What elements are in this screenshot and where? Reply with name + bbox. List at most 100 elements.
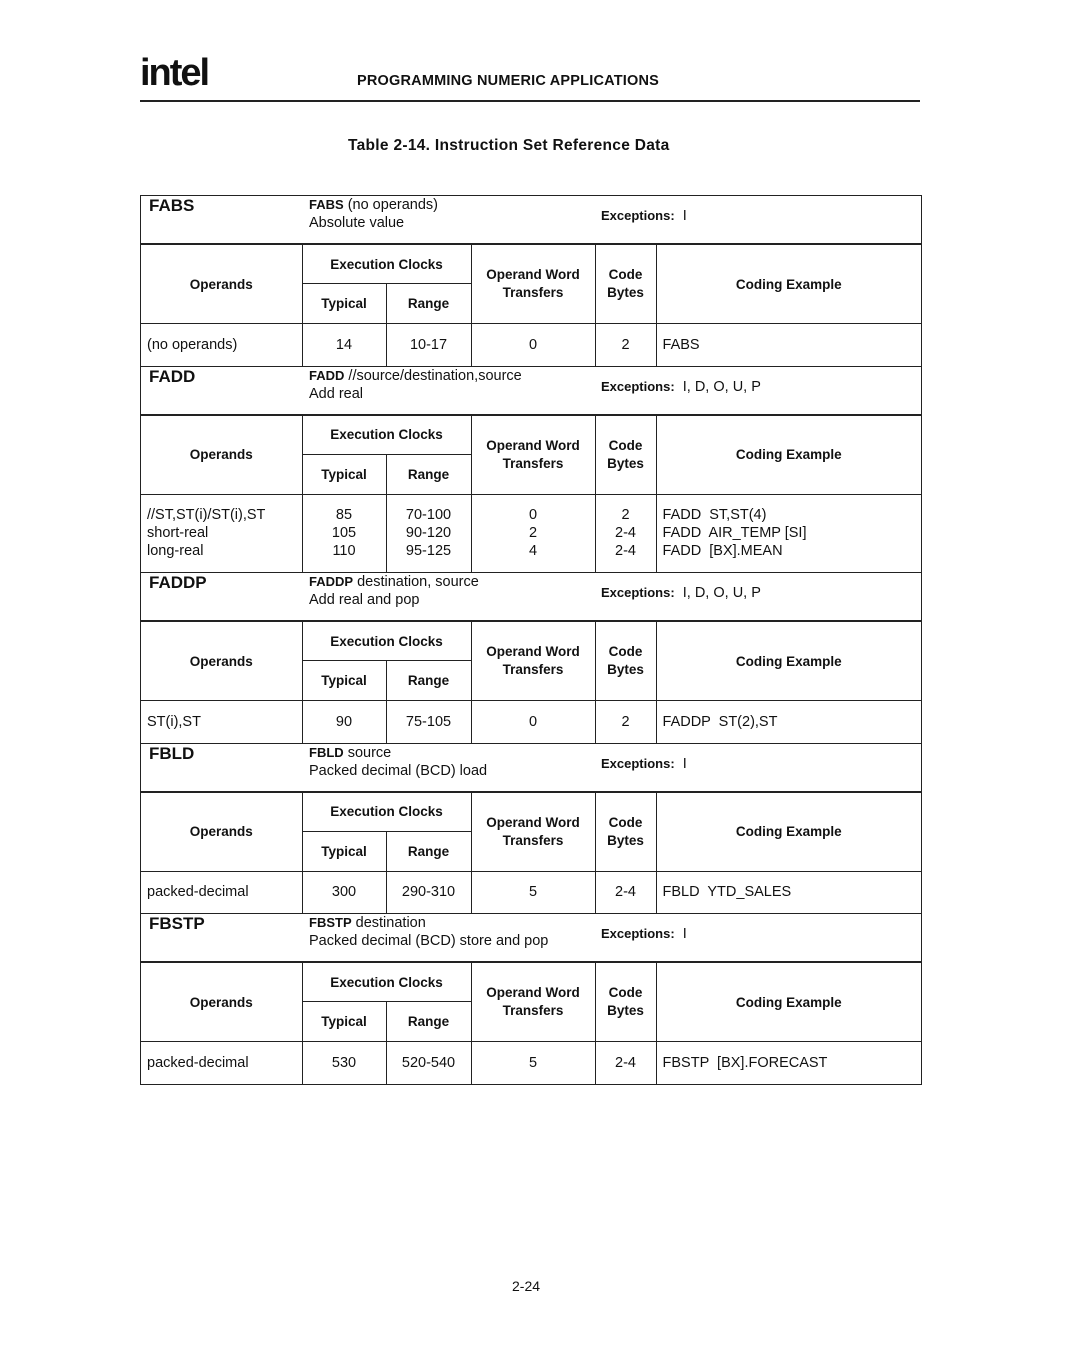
word-transfers-cell: 2 <box>528 525 538 542</box>
instruction-data-grid: Operands Execution Clocks Operand Word T… <box>141 962 921 1084</box>
syntax-args: destination, source <box>353 574 479 590</box>
instruction-section-fbld: FBLD FBLD source Packed decimal (BCD) lo… <box>141 744 921 914</box>
header-code-bytes: Code Bytes <box>594 244 657 324</box>
instruction-data-grid: Operands Execution Clocks Operand Word T… <box>141 621 921 743</box>
typical-clocks-cell: 90 <box>335 713 353 730</box>
instruction-header: FBSTP FBSTP destination Packed decimal (… <box>141 914 921 962</box>
operand-cell: //ST,ST(i)/ST(i),ST <box>147 507 266 524</box>
instruction-name: FABS <box>149 196 195 215</box>
operand-cell: long-real <box>147 543 204 560</box>
table-row: ST(i),ST 90 75-105 0 2 FADDP ST(2),ST <box>141 700 921 743</box>
exceptions: Exceptions: I <box>601 756 687 772</box>
typical-clocks-cell: 530 <box>331 1054 357 1071</box>
header-range: Range <box>385 283 472 324</box>
header-execution-clocks: Execution Clocks <box>301 962 472 1002</box>
syntax-mnemonic: FBSTP <box>309 915 352 930</box>
instruction-description: Packed decimal (BCD) store and pop <box>309 933 549 949</box>
instruction-section-fbstp: FBSTP FBSTP destination Packed decimal (… <box>141 914 921 1085</box>
instruction-description: Absolute value <box>309 215 405 231</box>
instruction-description: Add real and pop <box>309 592 420 608</box>
instruction-description: Packed decimal (BCD) load <box>309 762 488 779</box>
instruction-reference-table: FABS FABS (no operands) Absolute value E… <box>140 195 922 1085</box>
instruction-name: FADD <box>149 366 196 386</box>
instruction-section-fabs: FABS FABS (no operands) Absolute value E… <box>141 196 921 367</box>
header-operands: Operands <box>141 244 303 324</box>
range-clocks-cell: 75-105 <box>405 713 452 730</box>
coding-example-cell: FADD [BX].MEAN <box>662 543 783 560</box>
header-typical: Typical <box>302 830 387 872</box>
table-title: Table 2-14. Instruction Set Reference Da… <box>348 137 670 154</box>
word-transfers-cell: 5 <box>528 1054 538 1071</box>
typical-clocks-cell: 14 <box>335 336 353 353</box>
exceptions: Exceptions: I, D, O, U, P <box>601 379 761 395</box>
syntax-args: (no operands) <box>343 197 438 213</box>
instruction-data-grid: Operands Execution Clocks Operand Word T… <box>141 791 921 913</box>
exceptions-value: I, D, O, U, P <box>682 378 761 395</box>
exceptions-label: Exceptions: <box>601 755 675 771</box>
coding-example-cell: FBSTP [BX].FORECAST <box>662 1054 828 1071</box>
intel-logo: intel <box>140 52 210 94</box>
code-bytes-cell: 2-4 <box>615 543 636 560</box>
header-operand-word-transfers: Operand Word Transfers <box>470 414 596 495</box>
code-bytes-cell: 2 <box>621 507 630 524</box>
syntax-args: source <box>343 744 392 761</box>
exceptions-value: I <box>682 755 687 772</box>
code-bytes-cell: 2 <box>621 336 630 353</box>
header-range: Range <box>385 453 472 495</box>
coding-example-cell: FABS <box>662 336 700 353</box>
header-operand-word-transfers: Operand Word Transfers <box>470 791 596 872</box>
word-transfers-cell: 0 <box>528 336 538 353</box>
instruction-header: FABS FABS (no operands) Absolute value E… <box>141 196 921 244</box>
range-clocks-cell: 90-120 <box>405 525 452 542</box>
code-bytes-cell: 2 <box>621 713 630 730</box>
operand-cell: packed-decimal <box>147 884 249 901</box>
exceptions-label: Exceptions: <box>601 926 675 941</box>
table-row: packed-decimal 530 520-540 5 2-4 FBSTP [… <box>141 1041 921 1084</box>
header-code-bytes: Code Bytes <box>594 414 657 495</box>
header-typical: Typical <box>302 660 387 701</box>
code-bytes-cell: 2-4 <box>615 884 636 901</box>
exceptions: Exceptions: I, D, O, U, P <box>601 585 761 601</box>
instruction-syntax: FBSTP destination Packed decimal (BCD) s… <box>309 914 548 950</box>
header-coding-example: Coding Example <box>655 962 921 1042</box>
coding-example-cell: FADD ST,ST(4) <box>662 507 767 524</box>
instruction-name: FBLD <box>149 743 195 763</box>
header-code-bytes: Code Bytes <box>594 791 657 872</box>
syntax-mnemonic: FADDP <box>309 574 354 589</box>
instruction-header: FADDP FADDP destination, source Add real… <box>141 573 921 621</box>
exceptions-value: I <box>682 926 687 942</box>
page-number: 2-24 <box>512 1278 541 1294</box>
header-operand-word-transfers: Operand Word Transfers <box>470 244 596 324</box>
exceptions: Exceptions: I <box>601 208 687 224</box>
range-clocks-cell: 70-100 <box>405 507 452 524</box>
word-transfers-cell: 0 <box>528 713 538 730</box>
code-bytes-cell: 2-4 <box>615 1054 636 1071</box>
word-transfers-cell: 4 <box>528 543 538 560</box>
running-head: PROGRAMMING NUMERIC APPLICATIONS <box>357 73 660 89</box>
syntax-mnemonic: FABS <box>309 197 344 212</box>
header-typical: Typical <box>302 1001 387 1042</box>
header-operands: Operands <box>141 791 303 872</box>
header-execution-clocks: Execution Clocks <box>301 791 472 832</box>
exceptions: Exceptions: I <box>601 926 687 942</box>
range-clocks-cell: 290-310 <box>401 884 456 901</box>
word-transfers-cell: 0 <box>528 507 538 524</box>
instruction-header: FADD FADD //source/destination,source Ad… <box>141 367 921 415</box>
range-clocks-cell: 95-125 <box>405 543 452 560</box>
instruction-syntax: FADD //source/destination,source Add rea… <box>309 367 522 403</box>
range-clocks-cell: 520-540 <box>401 1054 456 1071</box>
exceptions-label: Exceptions: <box>601 208 675 223</box>
exceptions-label: Exceptions: <box>601 378 675 394</box>
syntax-mnemonic: FADD <box>309 367 345 383</box>
typical-clocks-cell: 105 <box>331 525 357 542</box>
instruction-description: Add real <box>309 385 364 402</box>
header-operands: Operands <box>141 621 303 701</box>
header-coding-example: Coding Example <box>655 791 921 872</box>
instruction-syntax: FBLD source Packed decimal (BCD) load <box>309 744 487 780</box>
header-operands: Operands <box>141 414 303 495</box>
code-bytes-cell: 2-4 <box>615 525 636 542</box>
instruction-header: FBLD FBLD source Packed decimal (BCD) lo… <box>141 744 921 792</box>
syntax-args: destination <box>351 915 426 931</box>
word-transfers-cell: 5 <box>528 884 538 901</box>
instruction-data-grid: Operands Execution Clocks Operand Word T… <box>141 244 921 366</box>
